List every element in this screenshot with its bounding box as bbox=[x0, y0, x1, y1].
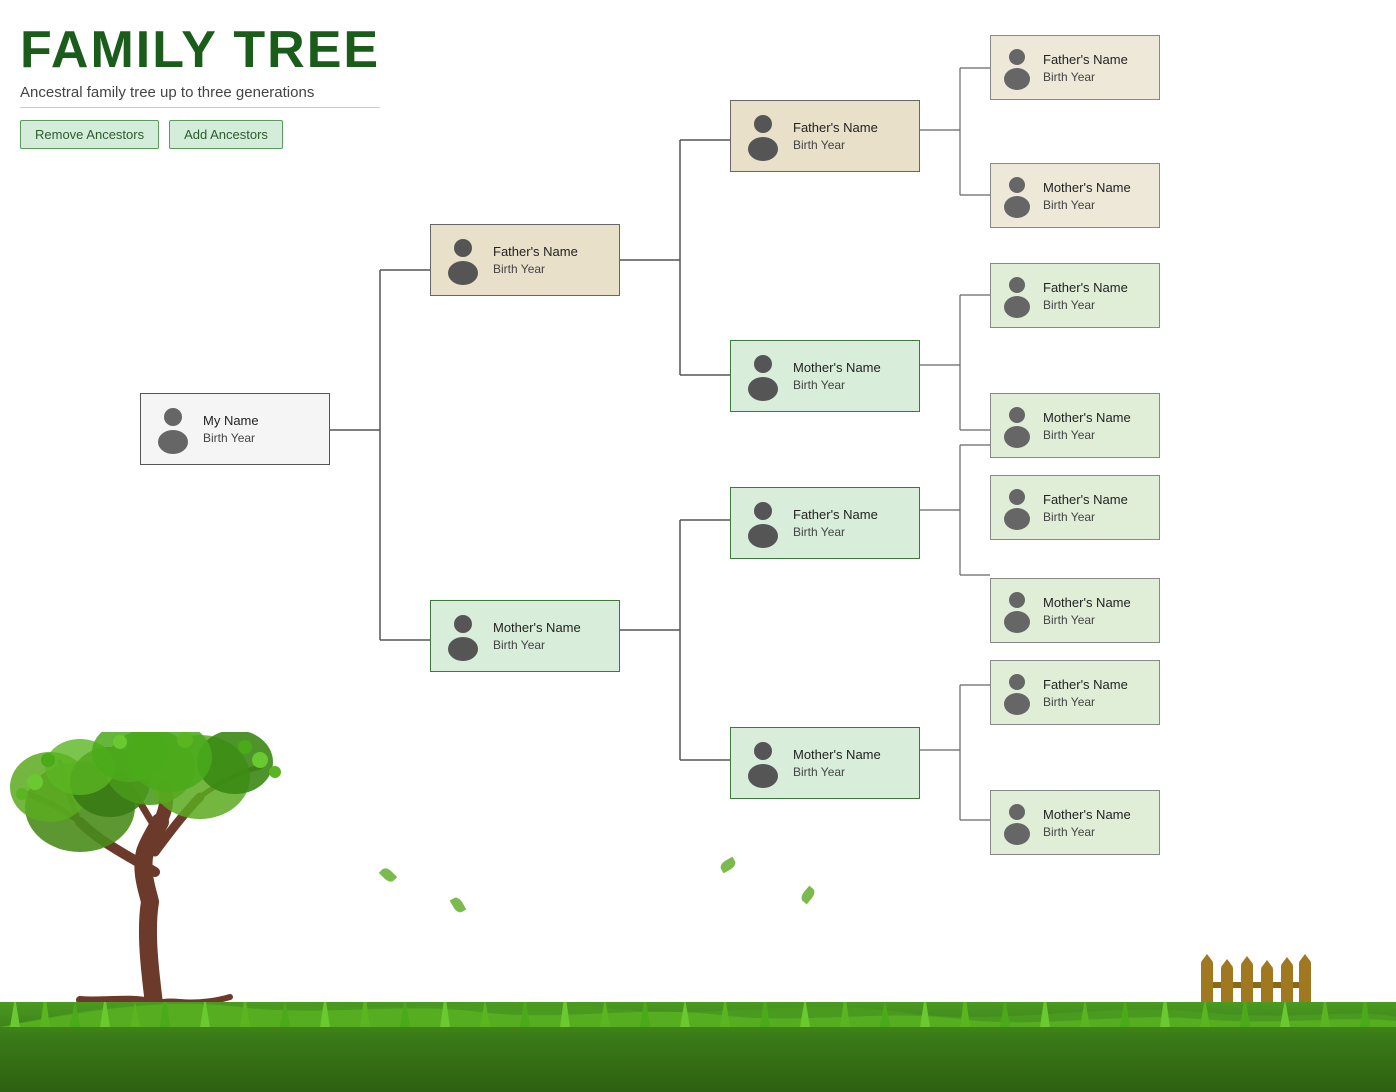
card-ff[interactable]: Father's Name Birth Year bbox=[730, 100, 920, 172]
fm-birth: Birth Year bbox=[793, 378, 881, 392]
leaf-deco-4 bbox=[799, 886, 817, 905]
avatar-mm bbox=[741, 736, 785, 790]
card-fm[interactable]: Mother's Name Birth Year bbox=[730, 340, 920, 412]
decorative-tree bbox=[0, 732, 340, 1012]
button-group: Remove Ancestors Add Ancestors bbox=[20, 120, 380, 149]
header: FAMILY TREE Ancestral family tree up to … bbox=[20, 20, 380, 149]
fm-name: Mother's Name bbox=[793, 360, 881, 375]
ff-birth: Birth Year bbox=[793, 138, 878, 152]
page-title: FAMILY TREE bbox=[20, 20, 380, 80]
mmm-name: Mother's Name bbox=[1043, 807, 1131, 822]
me-name: My Name bbox=[203, 413, 259, 428]
fmm-name: Mother's Name bbox=[1043, 410, 1131, 425]
remove-ancestors-button[interactable]: Remove Ancestors bbox=[20, 120, 159, 149]
card-ffm[interactable]: Mother's Name Birth Year bbox=[990, 163, 1160, 228]
card-mmm[interactable]: Mother's Name Birth Year bbox=[990, 790, 1160, 855]
mff-name: Father's Name bbox=[1043, 492, 1128, 507]
mf-birth: Birth Year bbox=[793, 525, 878, 539]
mm-birth: Birth Year bbox=[793, 765, 881, 779]
mmf-name: Father's Name bbox=[1043, 677, 1128, 692]
leaf-deco-3 bbox=[450, 896, 467, 915]
add-ancestors-button[interactable]: Add Ancestors bbox=[169, 120, 283, 149]
mother-name: Mother's Name bbox=[493, 620, 581, 635]
grass-top bbox=[0, 1002, 1396, 1027]
leaf-deco-2 bbox=[719, 857, 738, 874]
father-birth: Birth Year bbox=[493, 262, 578, 276]
card-fff[interactable]: Father's Name Birth Year bbox=[990, 35, 1160, 100]
mfm-name: Mother's Name bbox=[1043, 595, 1131, 610]
card-me[interactable]: My Name Birth Year bbox=[140, 393, 330, 465]
avatar-mother bbox=[441, 609, 485, 663]
card-mmf[interactable]: Father's Name Birth Year bbox=[990, 660, 1160, 725]
avatar-mfm bbox=[999, 588, 1035, 634]
mmm-birth: Birth Year bbox=[1043, 825, 1131, 839]
mf-name: Father's Name bbox=[793, 507, 878, 522]
avatar-mmm bbox=[999, 800, 1035, 846]
card-mff[interactable]: Father's Name Birth Year bbox=[990, 475, 1160, 540]
grass bbox=[0, 1002, 1396, 1092]
mmf-birth: Birth Year bbox=[1043, 695, 1128, 709]
avatar-mmf bbox=[999, 670, 1035, 716]
avatar-father bbox=[441, 233, 485, 287]
subtitle: Ancestral family tree up to three genera… bbox=[20, 84, 380, 108]
mm-name: Mother's Name bbox=[793, 747, 881, 762]
card-fmm[interactable]: Mother's Name Birth Year bbox=[990, 393, 1160, 458]
avatar-ffm bbox=[999, 173, 1035, 219]
avatar-mf bbox=[741, 496, 785, 550]
fmf-name: Father's Name bbox=[1043, 280, 1128, 295]
avatar-ff bbox=[741, 109, 785, 163]
fmm-birth: Birth Year bbox=[1043, 428, 1131, 442]
mfm-birth: Birth Year bbox=[1043, 613, 1131, 627]
ffm-name: Mother's Name bbox=[1043, 180, 1131, 195]
ff-name: Father's Name bbox=[793, 120, 878, 135]
mff-birth: Birth Year bbox=[1043, 510, 1128, 524]
leaf-deco-1 bbox=[379, 866, 397, 884]
card-mm[interactable]: Mother's Name Birth Year bbox=[730, 727, 920, 799]
avatar-fmm bbox=[999, 403, 1035, 449]
card-mfm[interactable]: Mother's Name Birth Year bbox=[990, 578, 1160, 643]
card-fmf[interactable]: Father's Name Birth Year bbox=[990, 263, 1160, 328]
avatar-mff bbox=[999, 485, 1035, 531]
fmf-birth: Birth Year bbox=[1043, 298, 1128, 312]
avatar-fff bbox=[999, 45, 1035, 91]
card-father[interactable]: Father's Name Birth Year bbox=[430, 224, 620, 296]
card-mother[interactable]: Mother's Name Birth Year bbox=[430, 600, 620, 672]
fff-name: Father's Name bbox=[1043, 52, 1128, 67]
avatar-fmf bbox=[999, 273, 1035, 319]
ffm-birth: Birth Year bbox=[1043, 198, 1131, 212]
mother-birth: Birth Year bbox=[493, 638, 581, 652]
me-birth: Birth Year bbox=[203, 431, 259, 445]
father-name: Father's Name bbox=[493, 244, 578, 259]
avatar-me bbox=[151, 402, 195, 456]
card-mf[interactable]: Father's Name Birth Year bbox=[730, 487, 920, 559]
avatar-fm bbox=[741, 349, 785, 403]
fff-birth: Birth Year bbox=[1043, 70, 1128, 84]
